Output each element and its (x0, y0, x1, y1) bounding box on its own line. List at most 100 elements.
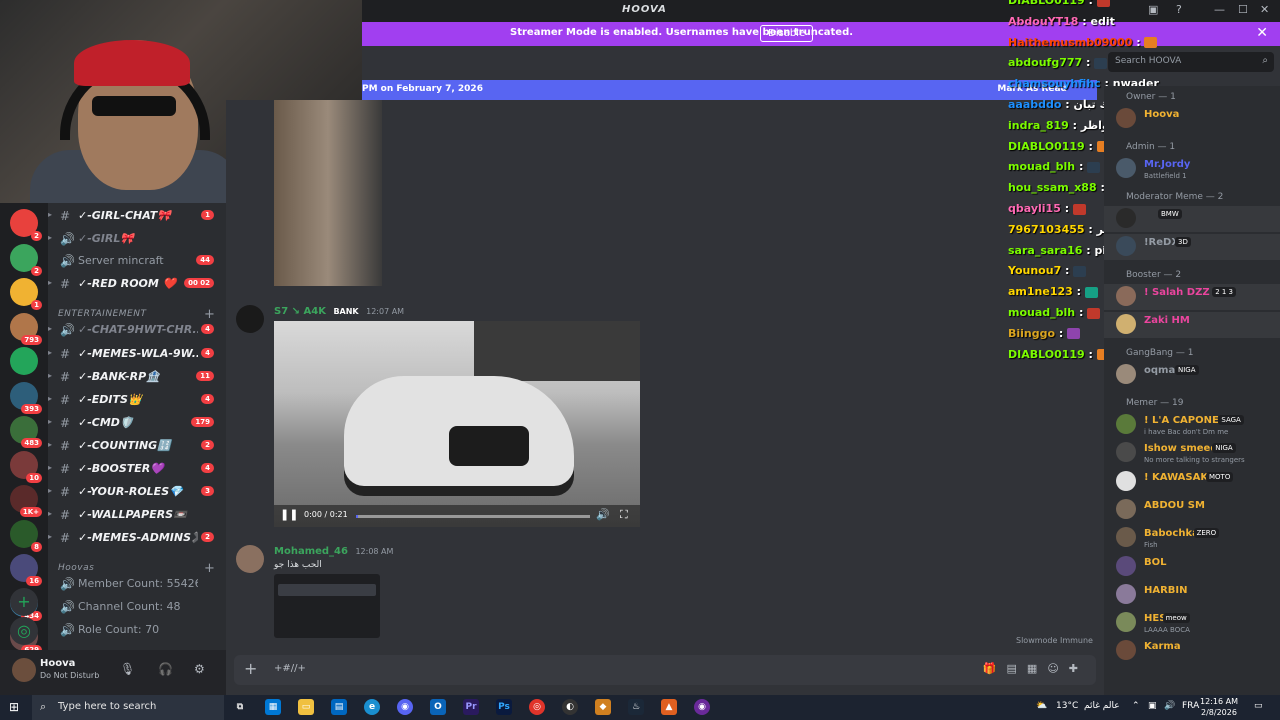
task-view-icon[interactable]: ⧉ (232, 699, 248, 715)
server-icon[interactable] (10, 347, 38, 375)
add-attachment-icon[interactable]: + (244, 659, 257, 678)
channel-item[interactable]: ▸ # ✓-BANK-RP🏦 11 (48, 367, 226, 387)
discord-icon[interactable]: ◉ (397, 699, 413, 715)
help-icon[interactable]: ? (1176, 3, 1182, 16)
composer-input[interactable]: +#//+ (274, 663, 306, 674)
maximize-button[interactable]: ☐ (1238, 3, 1248, 16)
notifications-icon[interactable]: ▭ (1254, 701, 1263, 711)
channel-item[interactable]: 🔊 Channel Count: 48 (48, 597, 226, 617)
gift-icon[interactable]: 🎁 (983, 662, 1007, 675)
close-icon[interactable]: ✕ (1256, 25, 1268, 41)
disable-streamer-button[interactable]: Disable (760, 25, 814, 42)
video-progress-bar[interactable] (356, 515, 590, 518)
chrome-icon[interactable]: ◎ (529, 699, 545, 715)
sticker-icon[interactable]: ▦ (1027, 662, 1047, 675)
channel-item[interactable]: ▸ 🔊 ✓-CHAT-9HWT-CHR... 4 (48, 320, 226, 340)
add-server-icon[interactable]: + (10, 588, 38, 616)
message-composer[interactable]: + +#//+ 🎁▤▦☺✚ (234, 655, 1096, 685)
app-icon[interactable]: ◉ (694, 699, 710, 715)
channel-item[interactable]: ▸ # ✓-WALLPAPERS📼 (48, 505, 226, 525)
member-item[interactable]: HES LAAAA BOCA meow (1104, 610, 1280, 636)
member-item[interactable]: Zaki HM (1104, 312, 1280, 338)
channel-item[interactable]: ▸ # ✓-CMD🛡️ 179 (48, 413, 226, 433)
avatar[interactable] (236, 545, 264, 573)
pause-icon[interactable]: ❚❚ (280, 508, 298, 521)
server-icon[interactable]: 393 (10, 381, 42, 414)
file-explorer-icon[interactable]: ▭ (298, 699, 314, 715)
member-item[interactable]: oqman NIGA (1104, 362, 1280, 388)
outlook-icon[interactable]: O (430, 699, 446, 715)
network-icon[interactable]: ▣ (1148, 701, 1157, 711)
server-icon[interactable]: 483 (10, 416, 42, 448)
channel-item[interactable]: 🔊 Member Count: 55426 (48, 574, 226, 594)
microphone-icon[interactable]: 🎙 (120, 662, 135, 676)
channel-item[interactable]: ▸ 🔊 ✓-GIRL🎀 (48, 229, 226, 249)
channel-item[interactable]: ▸ # ✓-GIRL-CHAT🎀 1 (48, 206, 226, 226)
photo-attachment[interactable] (274, 100, 382, 286)
category-header[interactable]: ENTERTAINEMENT + (58, 307, 215, 322)
category-header[interactable]: Hoovas + (58, 561, 215, 576)
language-indicator[interactable]: FRA (1182, 701, 1199, 711)
channel-item[interactable]: 🔊 Role Count: 70 (48, 620, 226, 640)
chevron-up-icon[interactable]: ⌃ (1132, 701, 1140, 711)
server-icon[interactable]: 16 (10, 554, 42, 586)
member-item[interactable]: BOL (1104, 554, 1280, 580)
server-icon[interactable]: 793 (10, 312, 42, 345)
channel-item[interactable]: ▸ # ✓-MEMES-WLA-9W... 4 (48, 344, 226, 364)
channel-item[interactable]: ▸ # ✓-COUNTING🔢 2 (48, 436, 226, 456)
image-attachment[interactable] (274, 574, 380, 638)
message-author[interactable]: Mohamed_46 (274, 546, 348, 557)
channel-item[interactable]: ▸ # ✓-RED ROOM ❤️ 00 02 (48, 274, 226, 294)
close-window-button[interactable]: ✕ (1260, 3, 1269, 16)
add-channel-icon[interactable]: + (204, 307, 215, 322)
search-input[interactable]: Search HOOVA ⌕ (1108, 52, 1274, 72)
weather-temp[interactable]: 13°C (1056, 701, 1078, 711)
avatar[interactable] (12, 658, 36, 682)
windows-start-icon[interactable]: ⊞ (9, 700, 19, 714)
app-icon[interactable]: ▲ (661, 699, 677, 715)
photoshop-icon[interactable]: Ps (496, 699, 512, 715)
video-player[interactable] (274, 321, 640, 527)
message-author[interactable]: S7 ↘ A4K (274, 306, 326, 317)
apps-icon[interactable]: ✚ (1069, 662, 1088, 675)
new-messages-bar[interactable]: PM on February 7, 2026 Mark As Read (362, 80, 1097, 100)
member-item[interactable]: Ishow smeed No more talking to strangers N… (1104, 440, 1280, 466)
member-item[interactable]: ABDOU SM (1104, 497, 1280, 523)
steam-icon[interactable]: ♨ (628, 699, 644, 715)
fullscreen-icon[interactable]: ⛶ (620, 508, 628, 522)
member-item[interactable]: Mr.Jordy Battlefield 1 (1104, 156, 1280, 182)
clock[interactable]: 12:16 AM 2/8/2026 (1200, 696, 1238, 718)
store-icon[interactable]: ▦ (265, 699, 281, 715)
weather-icon[interactable]: ⛅ (1036, 701, 1047, 711)
gif-icon[interactable]: ▤ (1007, 662, 1027, 675)
server-icon[interactable]: 1K+ (10, 485, 42, 517)
channel-item[interactable]: ▸ # ✓-BOOSTER💜 4 (48, 459, 226, 479)
taskbar-search[interactable]: ⌕ Type here to search (32, 695, 224, 720)
member-item[interactable]: Karma (1104, 638, 1280, 664)
discover-icon[interactable]: ◎ (10, 617, 38, 645)
app-icon[interactable]: ▤ (331, 699, 347, 715)
edge-icon[interactable]: e (364, 699, 380, 715)
member-item[interactable]: ! Salah DZZ 2 1 3 (1104, 284, 1280, 310)
member-item[interactable]: Hoova (1104, 106, 1280, 132)
server-icon[interactable]: 8 (10, 519, 42, 552)
emoji-icon[interactable]: ☺ (1047, 662, 1068, 675)
member-item[interactable]: HARBIN (1104, 582, 1280, 608)
gear-icon[interactable]: ⚙ (194, 662, 205, 676)
minimize-button[interactable]: — (1214, 3, 1225, 16)
inbox-icon[interactable]: ▣ (1148, 3, 1158, 16)
server-icon[interactable]: 10 (10, 450, 42, 483)
obs-icon[interactable]: ◐ (562, 699, 578, 715)
member-item[interactable]: Babochka Fish ZERO (1104, 525, 1280, 551)
server-icon[interactable]: 2 (10, 209, 42, 241)
premiere-icon[interactable]: Pr (463, 699, 479, 715)
channel-item[interactable]: ▸ # ✓-MEMES-ADMINS✖️ 2 (48, 528, 226, 548)
volume-icon[interactable]: 🔊 (1164, 701, 1175, 711)
server-icon[interactable]: 1 (10, 278, 42, 310)
member-item[interactable]: BMW (1104, 206, 1280, 232)
member-item[interactable]: ! KAWASAKI MOTO (1104, 469, 1280, 495)
app-icon[interactable]: ◆ (595, 699, 611, 715)
volume-icon[interactable]: 🔊 (596, 508, 610, 521)
channel-item[interactable]: 🔊 Server mincraft 44 (48, 251, 226, 271)
add-channel-icon[interactable]: + (204, 561, 215, 576)
